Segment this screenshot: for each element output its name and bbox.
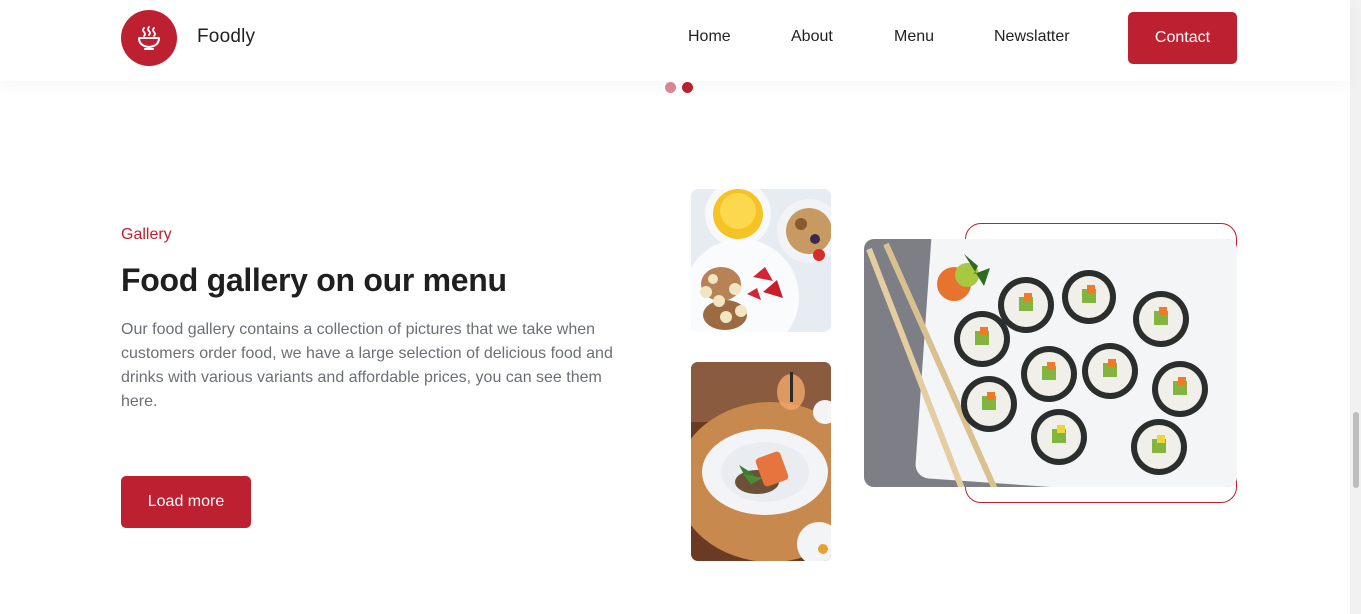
nav-about[interactable]: About xyxy=(791,28,833,46)
breakfast-plate-image xyxy=(691,189,831,332)
salmon-plate-image xyxy=(691,362,831,561)
nav-newsletter[interactable]: Newslatter xyxy=(994,28,1070,46)
section-description: Our food gallery contains a collection o… xyxy=(121,321,613,410)
bowl-icon xyxy=(138,26,160,50)
section-title: Food gallery on our menu xyxy=(121,262,507,298)
slider-dot-2-active[interactable] xyxy=(682,82,693,93)
brand-name[interactable]: Foodly xyxy=(197,26,255,48)
scrollbar-thumb[interactable] xyxy=(1353,412,1359,488)
nav-menu[interactable]: Menu xyxy=(894,28,934,46)
site-header: Foodly Home About Menu Newslatter Contac… xyxy=(0,0,1350,81)
contact-button[interactable]: Contact xyxy=(1128,12,1237,64)
sushi-plate-image xyxy=(864,239,1237,487)
section-eyebrow: Gallery xyxy=(121,226,172,243)
logo[interactable] xyxy=(121,10,177,66)
scrollbar-track[interactable] xyxy=(1350,0,1361,614)
nav-home[interactable]: Home xyxy=(688,28,731,46)
slider-dot-1[interactable] xyxy=(665,82,676,93)
load-more-button[interactable]: Load more xyxy=(121,476,251,528)
